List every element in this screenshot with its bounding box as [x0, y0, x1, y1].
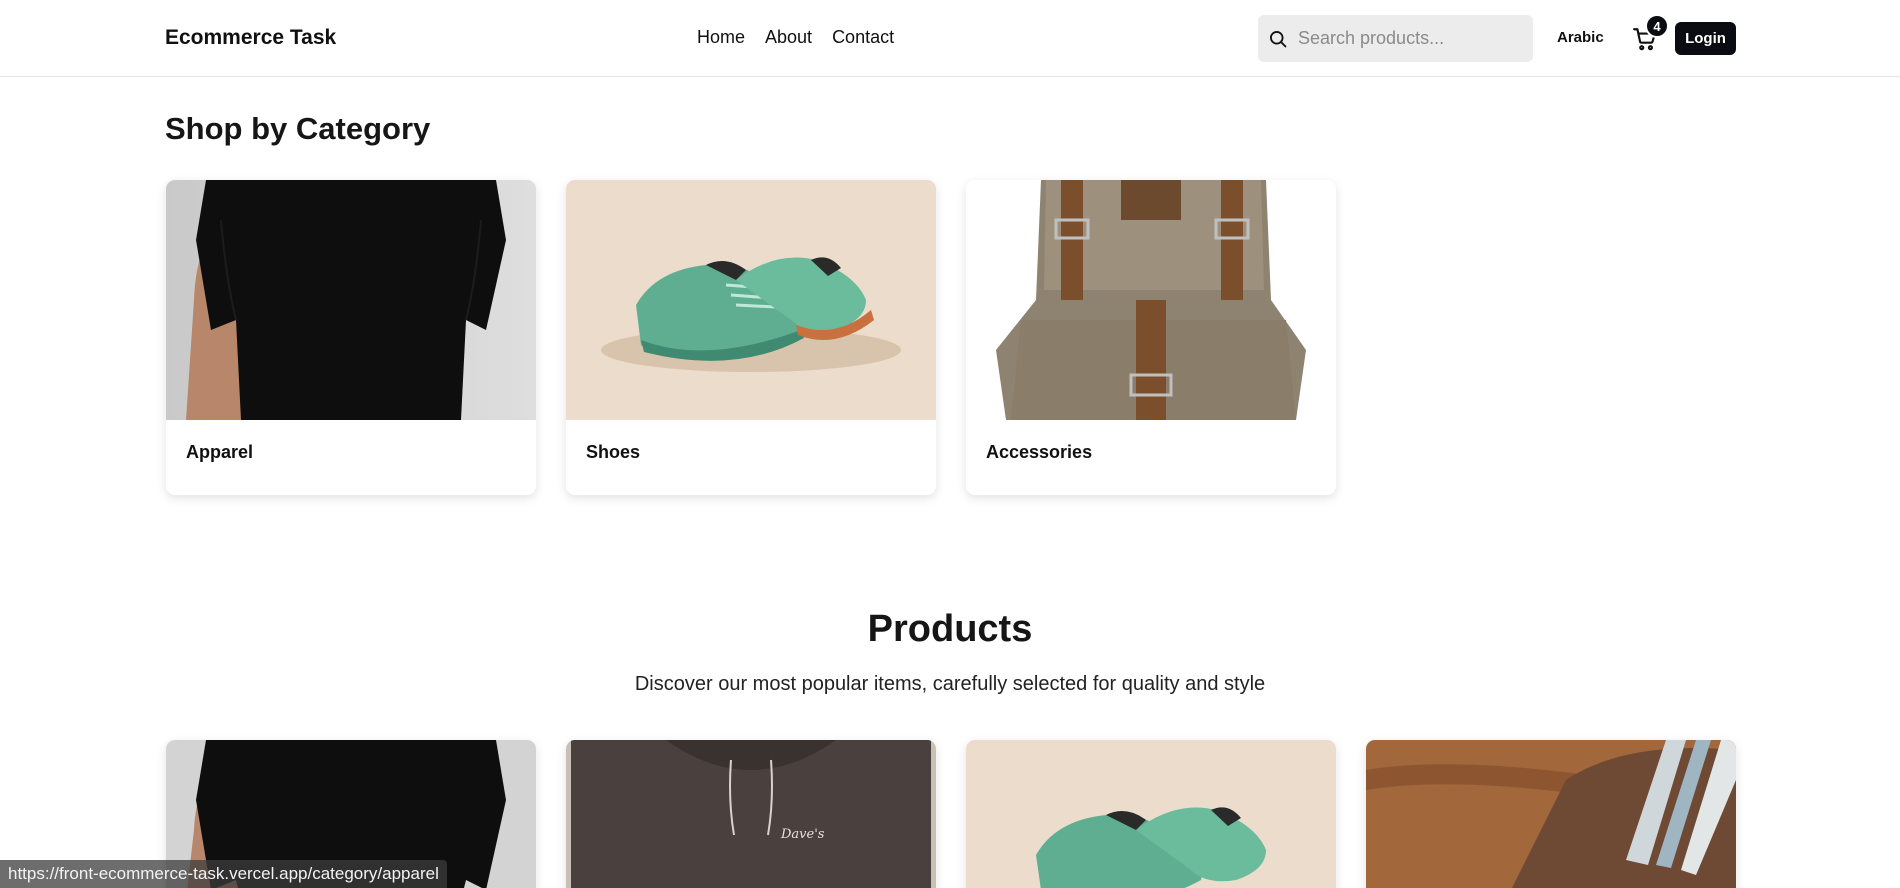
- main-nav: Home About Contact: [697, 27, 894, 48]
- category-image-apparel: [166, 180, 536, 420]
- category-card-shoes[interactable]: Shoes: [566, 180, 936, 495]
- category-card-accessories[interactable]: Accessories: [966, 180, 1336, 495]
- search-input[interactable]: [1298, 28, 1518, 49]
- brown-hoodie-image: Dave's: [566, 740, 936, 888]
- search-box: [1258, 15, 1533, 62]
- category-image-accessories: [966, 180, 1336, 420]
- product-card[interactable]: [966, 740, 1336, 888]
- category-label: Apparel: [186, 442, 254, 462]
- product-card[interactable]: [1366, 740, 1736, 888]
- canvas-backpack-image: [966, 180, 1336, 420]
- green-sneakers-image: [566, 180, 936, 420]
- search-icon: [1270, 30, 1287, 47]
- cart-count-badge: 4: [1645, 14, 1669, 38]
- green-sneakers-image: [966, 740, 1336, 888]
- nav-contact-link[interactable]: Contact: [832, 27, 894, 48]
- category-card-apparel[interactable]: Apparel: [166, 180, 536, 495]
- nav-home-link[interactable]: Home: [697, 27, 745, 48]
- category-label: Shoes: [586, 442, 641, 462]
- category-section-title: Shop by Category: [165, 111, 431, 146]
- products-section-title: Products: [867, 608, 1033, 650]
- language-toggle[interactable]: Arabic: [1557, 29, 1604, 46]
- products-section-subtitle: Discover our most popular items, careful…: [634, 673, 1266, 695]
- svg-text:Dave's: Dave's: [780, 827, 825, 842]
- product-card[interactable]: Dave's: [566, 740, 936, 888]
- category-label: Accessories: [986, 442, 1093, 462]
- black-tshirt-image: [166, 180, 536, 420]
- status-bar-url: https://front-ecommerce-task.vercel.app/…: [0, 860, 447, 888]
- brand-logo-text[interactable]: Ecommerce Task: [165, 26, 336, 50]
- nav-about-link[interactable]: About: [765, 27, 812, 48]
- site-header: Ecommerce Task Home About Contact Arabic…: [0, 0, 1900, 77]
- category-image-shoes: [566, 180, 936, 420]
- login-button[interactable]: Login: [1675, 22, 1736, 55]
- leather-wallet-image: [1366, 740, 1736, 888]
